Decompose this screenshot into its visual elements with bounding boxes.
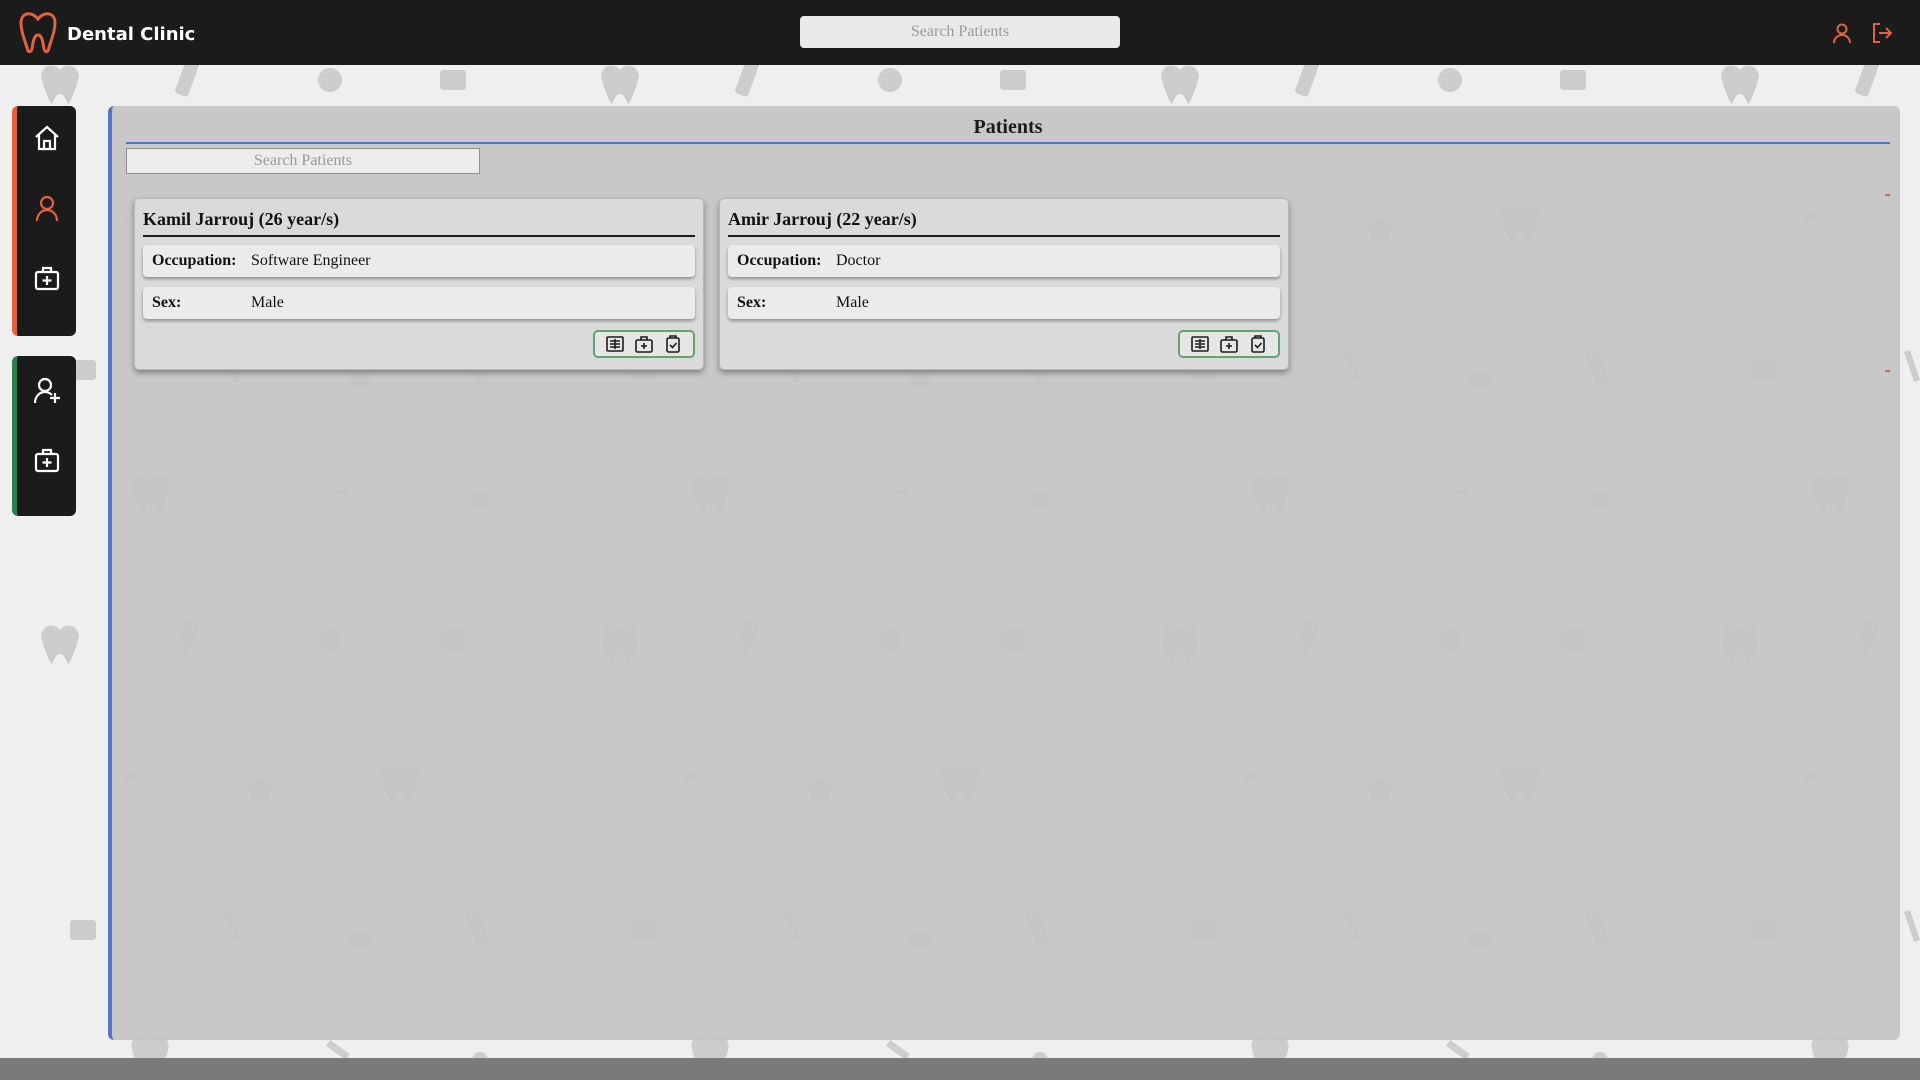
sidebar-item-add-treatment[interactable] xyxy=(31,446,63,478)
page-title: Patients xyxy=(126,112,1890,144)
app-name: Dental Clinic xyxy=(67,24,196,45)
medical-kit-icon xyxy=(32,445,62,480)
xray-icon[interactable] xyxy=(605,334,625,354)
medical-kit-icon[interactable] xyxy=(1219,334,1239,354)
occupation-value: Software Engineer xyxy=(251,252,371,269)
occupation-field: Occupation: Software Engineer xyxy=(143,245,695,277)
card-actions xyxy=(1178,330,1280,358)
occupation-field: Occupation: Doctor xyxy=(728,245,1280,277)
top-bar: Dental Clinic xyxy=(0,0,1920,65)
medical-kit-icon xyxy=(32,263,62,298)
patient-card: Kamil Jarrouj (26 year/s) Occupation: So… xyxy=(134,198,704,370)
clipboard-check-icon[interactable] xyxy=(663,334,683,354)
footer-bar xyxy=(0,1058,1920,1080)
sidebar-item-treatments[interactable] xyxy=(31,264,63,296)
sidebar-main xyxy=(12,106,76,336)
user-icon[interactable] xyxy=(1830,21,1854,45)
header-search-input[interactable] xyxy=(800,16,1120,48)
occupation-value: Doctor xyxy=(836,252,881,269)
clipboard-check-icon[interactable] xyxy=(1248,334,1268,354)
patient-name: Amir Jarrouj (22 year/s) xyxy=(728,207,1280,237)
patient-card: Amir Jarrouj (22 year/s) Occupation: Doc… xyxy=(719,198,1289,370)
occupation-label: Occupation: xyxy=(737,252,822,269)
sidebar-item-patients[interactable] xyxy=(31,194,63,226)
logout-icon[interactable] xyxy=(1870,21,1894,45)
patient-name: Kamil Jarrouj (26 year/s) xyxy=(143,207,695,237)
tooth-logo-icon xyxy=(18,10,58,59)
sex-label: Sex: xyxy=(152,294,182,311)
add-user-icon xyxy=(32,375,62,410)
xray-icon[interactable] xyxy=(1190,334,1210,354)
home-icon xyxy=(32,123,62,158)
patient-search-input[interactable] xyxy=(126,148,480,174)
scroll-indicator xyxy=(1885,370,1890,372)
sidebar-secondary xyxy=(12,356,76,516)
sidebar-item-add-patient[interactable] xyxy=(31,376,63,408)
sex-label: Sex: xyxy=(737,294,767,311)
patients-panel: Patients Kamil Jarrouj (26 year/s) Occup… xyxy=(108,106,1900,1040)
occupation-label: Occupation: xyxy=(152,252,237,269)
sex-field: Sex: Male xyxy=(143,287,695,319)
card-actions xyxy=(593,330,695,358)
sex-value: Male xyxy=(836,294,869,311)
scroll-indicator xyxy=(1885,194,1890,196)
sex-value: Male xyxy=(251,294,284,311)
user-icon xyxy=(32,193,62,228)
medical-kit-icon[interactable] xyxy=(634,334,654,354)
sex-field: Sex: Male xyxy=(728,287,1280,319)
brand[interactable]: Dental Clinic xyxy=(18,10,195,59)
sidebar-item-home[interactable] xyxy=(31,124,63,156)
